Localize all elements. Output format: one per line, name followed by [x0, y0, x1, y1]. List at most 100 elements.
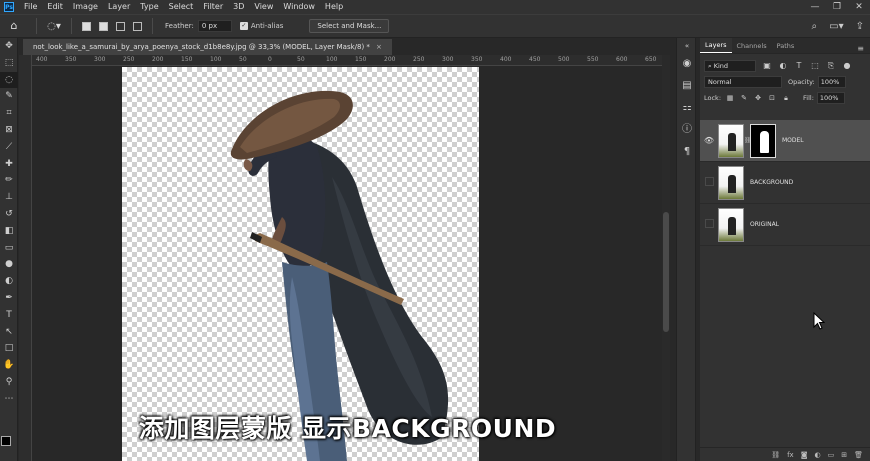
eyedropper-tool-icon[interactable]: ⟋: [0, 139, 18, 156]
minimize-button[interactable]: —: [804, 2, 826, 12]
search-icon[interactable]: ⌕: [812, 21, 818, 32]
pixel-filter-icon[interactable]: ▣: [762, 61, 772, 71]
color-panel-icon[interactable]: ◉: [677, 54, 697, 74]
ruler-tick-label: 400: [500, 56, 512, 63]
delete-layer-icon[interactable]: 🗑︎: [854, 451, 863, 459]
hand-tool-icon[interactable]: ✋: [0, 357, 18, 374]
clone-stamp-tool-icon[interactable]: ⊥: [0, 189, 18, 206]
tab-layers[interactable]: Layers: [700, 38, 732, 53]
dodge-tool-icon[interactable]: ◐: [0, 273, 18, 290]
libraries-panel-icon[interactable]: ⚏: [677, 98, 697, 118]
filter-toggle-icon[interactable]: ●: [842, 61, 852, 71]
opacity-input[interactable]: 100%: [817, 76, 846, 88]
crop-tool-icon[interactable]: ⌗: [0, 105, 18, 122]
lasso-tool-icon[interactable]: ◌: [0, 71, 18, 89]
menu-window[interactable]: Window: [278, 0, 320, 14]
home-icon[interactable]: ⌂: [6, 19, 22, 33]
more-tools-icon[interactable]: ⋯: [0, 391, 18, 408]
kind-filter-dropdown[interactable]: ⌕ Kind: [704, 60, 756, 72]
shape-filter-icon[interactable]: ⬚: [810, 61, 820, 71]
layer-style-icon[interactable]: fx: [787, 451, 794, 459]
menu-filter[interactable]: Filter: [198, 0, 228, 14]
visibility-toggle-hidden[interactable]: [700, 177, 718, 188]
canvas-vertical-scrollbar[interactable]: [662, 55, 670, 461]
menu-3d[interactable]: 3D: [228, 0, 249, 14]
layer-model[interactable]: 👁︎ ⛓︎ MODEL: [700, 120, 870, 162]
new-layer-icon[interactable]: ⊞: [841, 451, 847, 459]
adjustment-layer-icon[interactable]: ◐: [815, 451, 821, 459]
scrollbar-thumb[interactable]: [663, 212, 669, 332]
adjustment-filter-icon[interactable]: ◐: [778, 61, 788, 71]
menu-type[interactable]: Type: [135, 0, 163, 14]
quick-selection-tool-icon[interactable]: ✎: [0, 88, 18, 105]
type-tool-icon[interactable]: T: [0, 307, 18, 324]
antialias-checkbox[interactable]: ✓: [239, 22, 248, 30]
foreground-color-swatch[interactable]: [1, 436, 11, 446]
menu-file[interactable]: File: [19, 0, 42, 14]
feather-input[interactable]: 0 px: [197, 20, 232, 32]
collapse-arrows-icon[interactable]: «: [677, 40, 697, 52]
photoshop-logo: Ps: [4, 2, 14, 12]
lock-artboard-icon[interactable]: ⊡: [767, 94, 777, 102]
move-tool-icon[interactable]: ✥: [0, 38, 18, 55]
new-group-icon[interactable]: ▭: [828, 451, 835, 459]
lasso-tool-preset-icon[interactable]: ◌▾: [43, 21, 65, 32]
menu-image[interactable]: Image: [68, 0, 103, 14]
canvas-area[interactable]: 添加图层蒙版 显示BACKGROUND: [33, 67, 662, 461]
adjustments-panel-icon[interactable]: ▤: [677, 76, 697, 96]
tab-channels[interactable]: Channels: [732, 39, 772, 53]
layer-original[interactable]: ORIGINAL: [700, 204, 870, 246]
info-panel-icon[interactable]: ⓘ: [677, 120, 697, 140]
layer-background[interactable]: BACKGROUND: [700, 162, 870, 204]
menu-view[interactable]: View: [249, 0, 278, 14]
brush-tool-icon[interactable]: ✏: [0, 172, 18, 189]
lock-all-icon[interactable]: 🔒︎: [781, 94, 791, 103]
select-and-mask-button[interactable]: Select and Mask...: [309, 19, 390, 33]
fill-input[interactable]: 100%: [816, 92, 845, 104]
ruler-tick-label: 100: [210, 56, 222, 63]
menu-edit[interactable]: Edit: [42, 0, 68, 14]
subtract-from-selection-icon[interactable]: [116, 21, 125, 31]
healing-brush-tool-icon[interactable]: ✚: [0, 156, 18, 173]
pen-tool-icon[interactable]: ✒: [0, 290, 18, 307]
path-selection-tool-icon[interactable]: ↖: [0, 324, 18, 341]
menu-help[interactable]: Help: [320, 0, 348, 14]
layer-mask-thumbnail[interactable]: [750, 123, 776, 158]
close-button[interactable]: ✕: [848, 2, 870, 12]
add-mask-icon[interactable]: ◙: [801, 451, 808, 459]
marquee-tool-icon[interactable]: ⬚: [0, 55, 18, 72]
type-filter-icon[interactable]: T: [794, 61, 804, 71]
new-selection-icon[interactable]: [82, 21, 91, 31]
intersect-selection-icon[interactable]: [133, 21, 142, 31]
frame-tool-icon[interactable]: ⊠: [0, 122, 18, 139]
blur-tool-icon[interactable]: ●: [0, 256, 18, 273]
lock-transparent-icon[interactable]: ▦: [725, 94, 735, 102]
menu-select[interactable]: Select: [164, 0, 199, 14]
visibility-eye-icon[interactable]: 👁︎: [700, 136, 718, 145]
menu-layer[interactable]: Layer: [103, 0, 135, 14]
workspace-icon[interactable]: ▭▾: [829, 21, 843, 32]
visibility-toggle-hidden[interactable]: [700, 219, 718, 230]
add-to-selection-icon[interactable]: [99, 21, 108, 31]
document-tab[interactable]: not_look_like_a_samurai_by_arya_poenya_s…: [23, 39, 392, 55]
lock-position-icon[interactable]: ✥: [753, 94, 763, 102]
smart-object-filter-icon[interactable]: ⎘: [826, 61, 836, 71]
zoom-tool-icon[interactable]: ⚲: [0, 374, 18, 391]
rectangle-tool-icon[interactable]: □: [0, 340, 18, 357]
ruler-tick-label: 50: [297, 56, 305, 63]
history-brush-tool-icon[interactable]: ↺: [0, 206, 18, 223]
link-layers-icon[interactable]: ⛓︎: [771, 451, 780, 459]
tab-paths[interactable]: Paths: [772, 39, 800, 53]
horizontal-ruler: 400 350 300 250 200 150 100 50 0 50 100 150 200 250 30…: [32, 55, 662, 66]
gradient-tool-icon[interactable]: ▭: [0, 240, 18, 257]
blend-mode-dropdown[interactable]: Normal: [704, 76, 782, 88]
lock-image-icon[interactable]: ✎: [739, 94, 749, 102]
restore-button[interactable]: ❐: [826, 2, 848, 12]
paragraph-panel-icon[interactable]: ¶: [677, 142, 697, 162]
eraser-tool-icon[interactable]: ◧: [0, 223, 18, 240]
layer-thumbnail: [718, 165, 744, 200]
share-icon[interactable]: ⇪: [856, 21, 864, 32]
panel-menu-icon[interactable]: ≡: [857, 44, 870, 53]
divider: [152, 18, 153, 34]
close-tab-icon[interactable]: ×: [376, 43, 382, 51]
